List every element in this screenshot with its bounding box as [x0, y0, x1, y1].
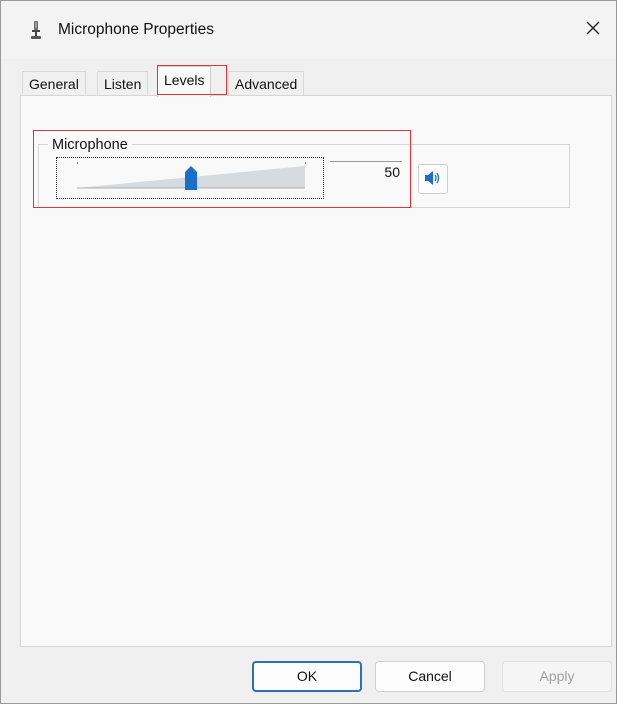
tab-levels[interactable]: Levels [157, 66, 212, 97]
microphone-icon [29, 21, 45, 41]
slider-thumb[interactable] [185, 166, 197, 190]
cancel-button[interactable]: Cancel [375, 661, 485, 692]
slider-track [77, 162, 306, 190]
microphone-group-label: Microphone [48, 137, 132, 153]
mute-toggle-button[interactable] [418, 164, 448, 194]
close-icon [586, 21, 600, 38]
tab-listen[interactable]: Listen [97, 71, 149, 95]
level-value: 50 [384, 164, 400, 180]
tab-advanced[interactable]: Advanced [228, 71, 305, 95]
speaker-icon [424, 170, 442, 188]
close-button[interactable] [570, 7, 616, 51]
title-bar[interactable]: Microphone Properties [1, 1, 616, 59]
ok-button[interactable]: OK [252, 661, 362, 692]
microphone-level-slider[interactable] [56, 157, 324, 199]
window-title: Microphone Properties [58, 21, 214, 38]
tab-general[interactable]: General [22, 71, 86, 95]
apply-button[interactable]: Apply [502, 661, 612, 692]
value-separator [330, 161, 402, 162]
